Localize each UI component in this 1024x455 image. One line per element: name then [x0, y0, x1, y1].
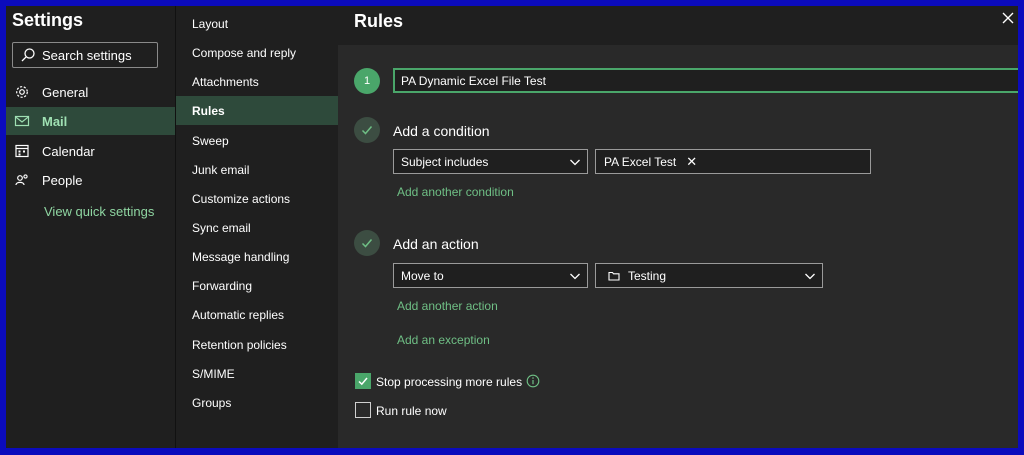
close-icon[interactable]	[1000, 10, 1016, 26]
mail-icon	[14, 113, 30, 129]
add-action-title: Add an action	[393, 236, 479, 252]
nav-item-calendar[interactable]: Calendar	[6, 137, 175, 165]
add-another-action-link[interactable]: Add another action	[397, 299, 498, 313]
people-icon	[14, 172, 30, 188]
menu-item-automatic-replies[interactable]: Automatic replies	[176, 300, 338, 329]
info-icon[interactable]	[526, 374, 540, 388]
menu-item-forwarding[interactable]: Forwarding	[176, 271, 338, 300]
menu-item-message-handling[interactable]: Message handling	[176, 242, 338, 271]
chevron-down-icon	[569, 156, 581, 168]
nav-label-people: People	[42, 172, 83, 188]
action-check-icon	[354, 230, 380, 256]
run-rule-now-label[interactable]: Run rule now	[376, 404, 447, 418]
remove-chip-icon[interactable]: ✕	[686, 154, 697, 170]
folder-icon	[608, 270, 620, 282]
menu-item-layout[interactable]: Layout	[176, 9, 338, 38]
stop-processing-label[interactable]: Stop processing more rules	[376, 375, 522, 389]
gear-icon	[14, 84, 30, 100]
folder-value: Testing	[628, 268, 667, 283]
menu-item-attachments[interactable]: Attachments	[176, 67, 338, 96]
view-quick-settings-link[interactable]: View quick settings	[44, 204, 154, 219]
chevron-down-icon	[804, 270, 816, 282]
nav-item-general[interactable]: General	[6, 78, 175, 106]
menu-item-sweep[interactable]: Sweep	[176, 126, 338, 155]
run-rule-now-checkbox[interactable]	[355, 402, 371, 418]
condition-type-value: Subject includes	[401, 154, 489, 169]
nav-item-people[interactable]: People	[6, 166, 175, 194]
condition-value-field[interactable]: PA Excel Test ✕	[595, 149, 871, 174]
calendar-icon	[14, 143, 30, 159]
search-icon	[20, 47, 36, 63]
search-placeholder: Search settings	[42, 47, 132, 63]
rule-name-input[interactable]: PA Dynamic Excel File Test	[393, 68, 1018, 93]
nav-item-mail[interactable]: Mail	[6, 107, 175, 135]
rule-editor-header: Rules	[338, 6, 1018, 45]
menu-item-retention-policies[interactable]: Retention policies	[176, 330, 338, 359]
page-title: Rules	[354, 11, 404, 31]
add-exception-link[interactable]: Add an exception	[397, 333, 490, 347]
mail-settings-menu: Layout Compose and reply Attachments Rul…	[175, 6, 338, 448]
action-type-value: Move to	[401, 268, 444, 283]
settings-sidebar: Settings Search settings General Mail Ca…	[6, 6, 175, 448]
condition-type-dropdown[interactable]: Subject includes	[393, 149, 588, 174]
condition-value-chip: PA Excel Test	[604, 154, 677, 169]
action-type-dropdown[interactable]: Move to	[393, 263, 588, 288]
menu-item-rules[interactable]: Rules	[176, 96, 338, 125]
condition-check-icon	[354, 117, 380, 143]
settings-window: Settings Search settings General Mail Ca…	[6, 6, 1018, 448]
folder-dropdown[interactable]: Testing	[595, 263, 823, 288]
menu-item-groups[interactable]: Groups	[176, 388, 338, 417]
menu-item-smime[interactable]: S/MIME	[176, 359, 338, 388]
nav-label-general: General	[42, 84, 89, 100]
settings-title: Settings	[12, 10, 84, 30]
rule-editor: Rules 1 PA Dynamic Excel File Test Add a…	[338, 6, 1018, 448]
chevron-down-icon	[569, 270, 581, 282]
nav-label-mail: Mail	[42, 113, 68, 129]
menu-item-compose-and-reply[interactable]: Compose and reply	[176, 38, 338, 67]
nav-label-calendar: Calendar	[42, 143, 95, 159]
add-another-condition-link[interactable]: Add another condition	[397, 185, 514, 199]
menu-item-sync-email[interactable]: Sync email	[176, 213, 338, 242]
menu-item-customize-actions[interactable]: Customize actions	[176, 184, 338, 213]
step-number-badge: 1	[354, 68, 380, 94]
checkmark-icon	[358, 377, 368, 386]
stop-processing-checkbox[interactable]	[355, 373, 371, 389]
add-condition-title: Add a condition	[393, 123, 490, 139]
search-settings-input[interactable]: Search settings	[12, 42, 158, 68]
menu-item-junk-email[interactable]: Junk email	[176, 155, 338, 184]
